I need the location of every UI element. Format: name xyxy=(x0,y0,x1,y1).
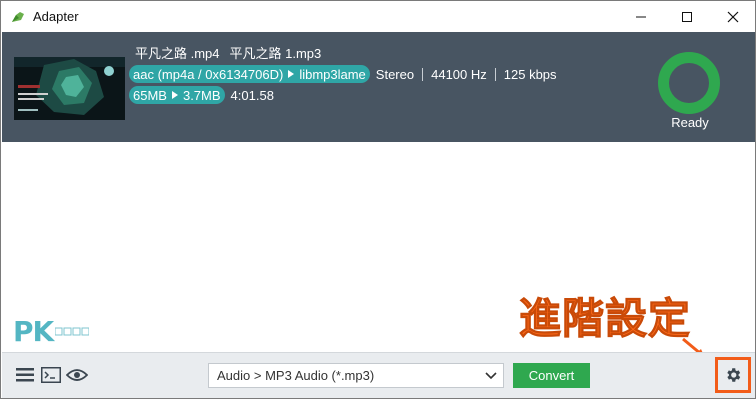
arrow-right-icon xyxy=(288,70,295,78)
size-pill: 65MB 3.7MB xyxy=(129,86,225,104)
channels: Stereo xyxy=(375,66,415,82)
app-window: Adapter 平凡之路 .mp4 平凡之路 1.mp3 aac (mp4a /… xyxy=(0,0,756,399)
bitrate: 125 kbps xyxy=(503,66,557,82)
minimize-button[interactable] xyxy=(618,1,664,32)
close-icon xyxy=(727,11,739,22)
convert-button[interactable]: Convert xyxy=(513,363,590,388)
conversion-item[interactable]: 平凡之路 .mp4 平凡之路 1.mp3 aac (mp4a / 0x61347… xyxy=(2,32,755,142)
source-size: 65MB xyxy=(133,87,167,103)
codec-row: aac (mp4a / 0x6134706D) libmp3lame Stere… xyxy=(129,65,557,83)
close-button[interactable] xyxy=(710,1,755,32)
source-file-name: 平凡之路 .mp4 xyxy=(135,46,220,61)
thumbnail-image xyxy=(14,57,125,120)
size-row: 65MB 3.7MB 4:01.58 xyxy=(129,86,274,104)
title-bar: Adapter xyxy=(1,1,755,32)
maximize-button[interactable] xyxy=(664,1,710,32)
output-preset-select[interactable]: Audio > MP3 Audio (*.mp3) xyxy=(208,363,504,388)
watermark-logo: PK xyxy=(13,315,90,348)
target-codec: libmp3lame xyxy=(299,66,366,82)
preset-value: Audio > MP3 Audio (*.mp3) xyxy=(217,368,375,383)
divider xyxy=(494,67,496,81)
advanced-settings-button[interactable] xyxy=(715,357,751,393)
video-thumbnail xyxy=(14,57,125,120)
duration: 4:01.58 xyxy=(230,87,274,103)
terminal-icon xyxy=(41,367,61,383)
status-ring-icon xyxy=(658,52,720,114)
codec-pill: aac (mp4a / 0x6134706D) libmp3lame xyxy=(129,65,370,83)
eye-icon xyxy=(66,369,88,381)
app-logo-icon xyxy=(12,12,24,22)
hamburger-menu-icon xyxy=(16,368,34,382)
target-size: 3.7MB xyxy=(182,87,221,103)
watermark-brand: PK xyxy=(13,315,54,348)
bottom-toolbar: Audio > MP3 Audio (*.mp3) Convert xyxy=(2,352,755,398)
source-codec: aac (mp4a / 0x6134706D) xyxy=(133,66,284,82)
status-label: Ready xyxy=(671,115,709,130)
file-names: 平凡之路 .mp4 平凡之路 1.mp3 xyxy=(135,43,321,62)
preview-button[interactable] xyxy=(65,364,89,386)
queue-list-button[interactable] xyxy=(13,364,37,386)
chevron-down-icon xyxy=(485,372,497,380)
watermark-subtext-graphic xyxy=(55,327,90,335)
annotation-label: 進階設定 xyxy=(518,294,692,344)
maximize-icon xyxy=(682,11,692,22)
window-title: Adapter xyxy=(33,9,79,24)
log-console-button[interactable] xyxy=(39,364,63,386)
output-file-name: 平凡之路 1.mp3 xyxy=(229,46,322,61)
sample-rate: 44100 Hz xyxy=(431,66,487,82)
gear-icon xyxy=(727,368,741,382)
arrow-right-icon xyxy=(171,91,178,99)
minimize-icon xyxy=(636,16,646,17)
divider xyxy=(422,67,424,81)
